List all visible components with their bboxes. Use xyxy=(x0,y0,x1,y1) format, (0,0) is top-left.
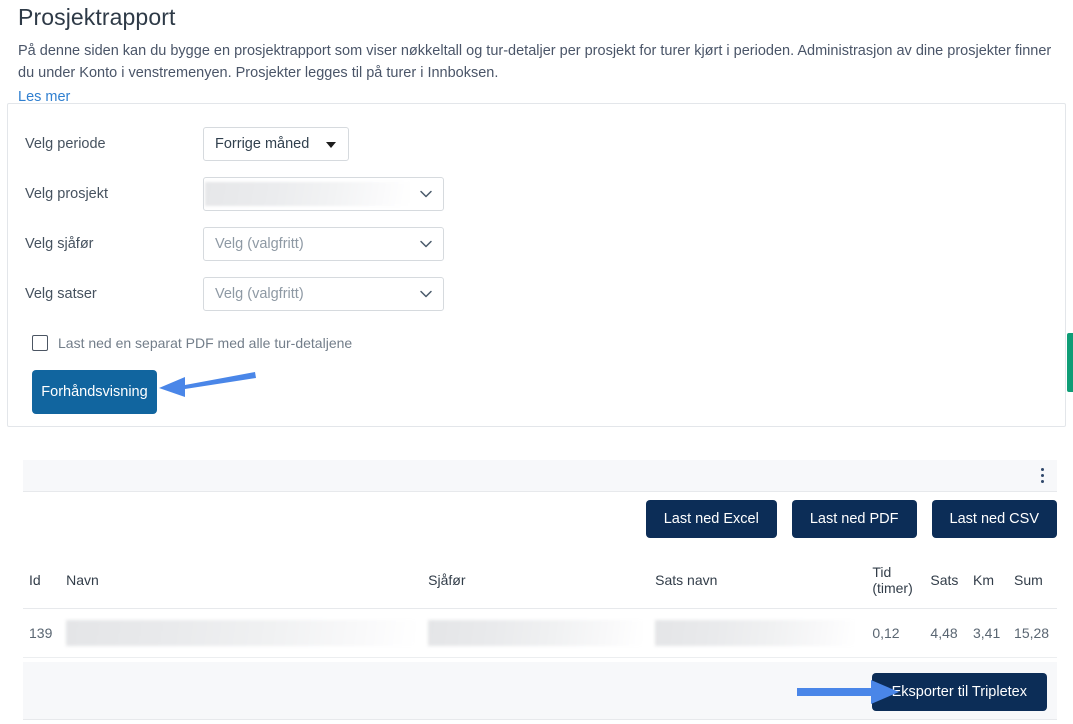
select-satser[interactable]: Velg (valgfritt) xyxy=(203,277,444,311)
checkbox-separate-pdf[interactable] xyxy=(32,335,48,351)
col-header-sats[interactable]: Sats xyxy=(924,558,967,609)
table-header-row: Id Navn Sjåfør Sats navn Tid (timer) Sat… xyxy=(23,558,1057,609)
table-head: Id Navn Sjåfør Sats navn Tid (timer) Sat… xyxy=(23,558,1057,609)
cell-km: 3,41 xyxy=(966,608,1009,658)
col-header-sats-navn[interactable]: Sats navn xyxy=(649,558,867,609)
col-header-sjafor[interactable]: Sjåfør xyxy=(422,558,650,609)
chevron-down-icon xyxy=(419,187,433,201)
cell-sjafor xyxy=(422,608,650,658)
cell-sum: 15,28 xyxy=(1008,608,1057,658)
select-prosjekt[interactable] xyxy=(203,177,444,211)
cell-sats-navn xyxy=(649,608,867,658)
select-sjafor-value: Velg (valgfritt) xyxy=(215,236,304,252)
chevron-down-icon xyxy=(326,142,336,148)
redacted-value xyxy=(428,620,644,646)
page-description: På denne siden kan du bygge en prosjektr… xyxy=(18,43,1052,81)
side-accent-bar xyxy=(1067,333,1073,392)
label-velg-sjafor: Velg sjåfør xyxy=(25,236,94,252)
annotation-arrow-preview xyxy=(155,366,257,411)
results-toolbar xyxy=(23,460,1057,492)
col-header-navn[interactable]: Navn xyxy=(60,558,423,609)
form-row-periode: Velg periode Forrige måned xyxy=(25,119,1065,169)
select-sjafor[interactable]: Velg (valgfritt) xyxy=(203,227,444,261)
label-velg-satser: Velg satser xyxy=(25,286,97,302)
cell-tid: 0,12 xyxy=(866,608,925,658)
col-header-id[interactable]: Id xyxy=(23,558,61,609)
checkbox-separate-pdf-label: Last ned en separat PDF med alle tur-det… xyxy=(58,335,353,351)
cell-id: 139 xyxy=(23,608,61,658)
redacted-project-value xyxy=(205,182,410,206)
col-header-sum[interactable]: Sum xyxy=(1008,558,1057,609)
form-row-sjafor: Velg sjåfør Velg (valgfritt) xyxy=(25,219,1065,269)
page-title: Prosjektrapport xyxy=(18,4,176,30)
col-header-tid[interactable]: Tid (timer) xyxy=(866,558,925,609)
download-buttons-row: Last ned Excel Last ned PDF Last ned CSV xyxy=(0,500,1057,538)
download-csv-button[interactable]: Last ned CSV xyxy=(931,500,1057,538)
cell-sats: 4,48 xyxy=(924,608,967,658)
label-velg-prosjekt: Velg prosjekt xyxy=(25,186,109,202)
redacted-value xyxy=(66,620,417,646)
table-row[interactable]: 139 0,12 4,48 3,41 15,28 xyxy=(23,608,1057,658)
form-row-satser: Velg satser Velg (valgfritt) xyxy=(25,269,1065,319)
download-pdf-button[interactable]: Last ned PDF xyxy=(791,500,917,538)
select-periode[interactable]: Forrige måned xyxy=(203,127,349,161)
col-header-km[interactable]: Km xyxy=(966,558,1009,609)
annotation-arrow-export xyxy=(795,676,905,713)
chevron-down-icon xyxy=(419,237,433,251)
page-header: Prosjektrapport På denne siden kan du by… xyxy=(0,0,1073,106)
form-row-prosjekt: Velg prosjekt xyxy=(25,169,1065,219)
preview-button[interactable]: Forhåndsvisning xyxy=(32,370,157,414)
chevron-down-icon xyxy=(419,287,433,301)
more-vertical-icon[interactable] xyxy=(1041,467,1045,484)
cell-navn xyxy=(60,608,423,658)
select-satser-value: Velg (valgfritt) xyxy=(215,286,304,302)
project-report-page: Prosjektrapport På denne siden kan du by… xyxy=(0,0,1073,724)
pdf-detail-checkbox-row: Last ned en separat PDF med alle tur-det… xyxy=(32,335,1065,351)
label-velg-periode: Velg periode xyxy=(25,136,106,152)
redacted-value xyxy=(655,620,856,646)
select-periode-value: Forrige måned xyxy=(215,136,310,152)
download-excel-button[interactable]: Last ned Excel xyxy=(645,500,777,538)
